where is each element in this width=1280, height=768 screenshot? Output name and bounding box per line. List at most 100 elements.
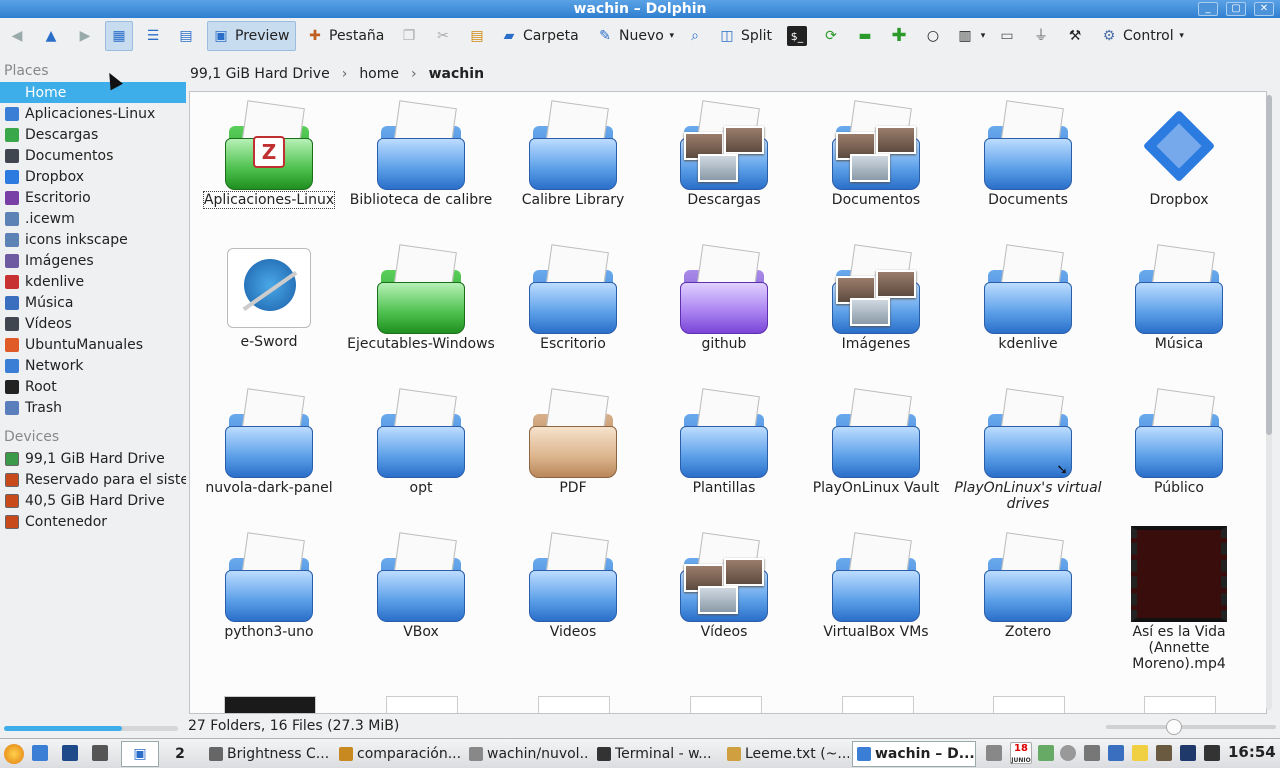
device-item[interactable]: 99,1 GiB Hard Drive [0,448,186,469]
expand-button[interactable]: ✚ [886,21,912,51]
place-item[interactable]: kdenlive [0,271,186,292]
place-item[interactable]: Descargas [0,124,186,145]
terminal-button[interactable]: $_ [784,21,810,51]
device-item[interactable]: Contenedor [0,511,186,532]
place-item[interactable]: Documentos [0,145,186,166]
compact-view-button[interactable]: ☰ [140,21,166,51]
file-thumbnail-partial[interactable] [1144,696,1216,713]
file-thumbnail-partial[interactable] [993,696,1065,713]
file-item[interactable]: python3-uno [194,532,344,640]
file-item[interactable]: Dropbox [1104,102,1254,208]
file-item[interactable]: Calibre Library [498,100,648,208]
network-icon[interactable] [1060,745,1076,761]
place-item[interactable]: UbuntuManuales [0,334,186,355]
file-item[interactable]: nuvola-dark-panel [194,388,344,496]
file-item[interactable]: opt [346,388,496,496]
file-item[interactable]: Documentos [801,100,951,208]
file-item[interactable]: e-Sword [194,246,344,350]
place-item[interactable]: icons inkscape [0,229,186,250]
icons-view-button[interactable]: ▦ [105,21,133,51]
minimize-button[interactable]: _ [1198,2,1218,16]
file-item[interactable]: Zotero [953,532,1103,640]
launcher-icon[interactable] [32,745,48,761]
place-item[interactable]: Home [0,82,186,103]
window-titlebar[interactable]: wachin – Dolphin [0,0,1280,18]
launcher-icon[interactable] [62,745,78,761]
file-thumbnail-partial[interactable] [690,696,762,713]
notes-icon[interactable] [1132,745,1148,761]
file-item[interactable]: github [649,244,799,352]
file-item[interactable]: Documents [953,100,1103,208]
file-view[interactable]: Z Aplicaciones-Linux Biblioteca de calibre… [189,91,1267,714]
place-item[interactable]: Vídeos [0,313,186,334]
filter-button[interactable]: ⏚ [1028,21,1054,51]
device-item[interactable]: 40,5 GiB Hard Drive [0,490,186,511]
clock[interactable]: 16:54 [1228,743,1276,761]
file-item[interactable]: Descargas [649,100,799,208]
file-item[interactable]: kdenlive [953,244,1103,352]
refresh-button[interactable]: ⟳ [818,21,844,51]
control-menu-button[interactable]: ⚙ Control ▾ [1096,21,1189,51]
place-item[interactable]: Dropbox [0,166,186,187]
book-icon[interactable] [1156,745,1172,761]
file-item[interactable]: Z Aplicaciones-Linux [194,100,344,209]
up-button[interactable]: ▲ [38,21,64,51]
file-item[interactable]: Plantillas [649,388,799,496]
zoom-slider[interactable] [1106,719,1276,735]
paste-button[interactable]: ▤ [464,21,490,51]
collapse-button[interactable]: ▬ [852,21,878,51]
file-item[interactable]: Imágenes [801,244,951,352]
preview-button[interactable]: ▣ Preview [207,21,296,51]
place-item[interactable]: Música [0,292,186,313]
launcher-icon[interactable] [92,745,108,761]
new-folder-button[interactable]: ▰ Carpeta [496,21,582,51]
place-item[interactable]: Network [0,355,186,376]
panels-button[interactable]: ▭ [994,21,1020,51]
file-item[interactable]: Así es la Vida (Annette Moreno).mp4 [1104,526,1254,672]
calendar-icon[interactable]: 18 JUNIO [1010,742,1032,764]
file-item[interactable]: PlayOnLinux Vault [801,388,951,496]
maximize-button[interactable]: ▢ [1226,2,1246,16]
back-button[interactable]: ◀ [4,21,30,51]
file-item[interactable]: ➘ PlayOnLinux's virtual drives [953,388,1103,512]
scrollbar-thumb[interactable] [1266,95,1272,435]
device-item[interactable]: Reservado para el sistema [0,469,186,490]
taskbar-task[interactable]: comparación... [334,741,462,767]
file-item[interactable]: PDF [498,388,648,496]
file-item[interactable]: VirtualBox VMs [801,532,951,640]
file-item[interactable]: Público [1104,388,1254,496]
select-button[interactable]: ○ [920,21,946,51]
place-item[interactable]: Imágenes [0,250,186,271]
flag-icon[interactable] [1180,745,1196,761]
file-item[interactable]: Vídeos [649,532,799,640]
vertical-scrollbar[interactable] [1266,95,1272,710]
zoom-slider-handle[interactable] [1166,719,1182,735]
search-button[interactable]: ⌕ [682,21,708,51]
new-menu-button[interactable]: ✎ Nuevo ▾ [592,21,679,51]
file-thumbnail-partial[interactable] [842,696,914,713]
file-item[interactable]: Música [1104,244,1254,352]
forward-button[interactable]: ▶ [72,21,98,51]
taskbar-task[interactable]: wachin/nuvol... [464,741,590,767]
file-thumbnail-partial[interactable] [386,696,458,713]
taskbar-task[interactable]: wachin – D... [852,741,976,767]
breadcrumb-drive[interactable]: 99,1 GiB Hard Drive [190,66,330,82]
desktop-pager-2[interactable]: 2 [162,741,198,767]
close-button[interactable]: ✕ [1254,2,1274,16]
desktop-pager-1[interactable]: ▣ [121,741,159,767]
file-thumbnail-partial[interactable] [224,696,316,713]
place-item[interactable]: Root [0,376,186,397]
taskbar-task[interactable]: Brightness C... [204,741,332,767]
volume-icon[interactable] [1084,745,1100,761]
battery-icon[interactable] [1038,745,1054,761]
cut-button[interactable]: ✂ [430,21,456,51]
split-button[interactable]: ◫ Split [714,21,775,51]
breadcrumb-current[interactable]: wachin [429,66,484,82]
file-item[interactable]: Videos [498,532,648,640]
screen-icon[interactable] [1204,745,1220,761]
tools-button[interactable]: ⚒ [1062,21,1088,51]
file-item[interactable]: Ejecutables-Windows [346,244,496,352]
taskbar-task[interactable]: Leeme.txt (~... [722,741,850,767]
taskbar-task[interactable]: Terminal - w... [592,741,720,767]
place-item[interactable]: Aplicaciones-Linux [0,103,186,124]
